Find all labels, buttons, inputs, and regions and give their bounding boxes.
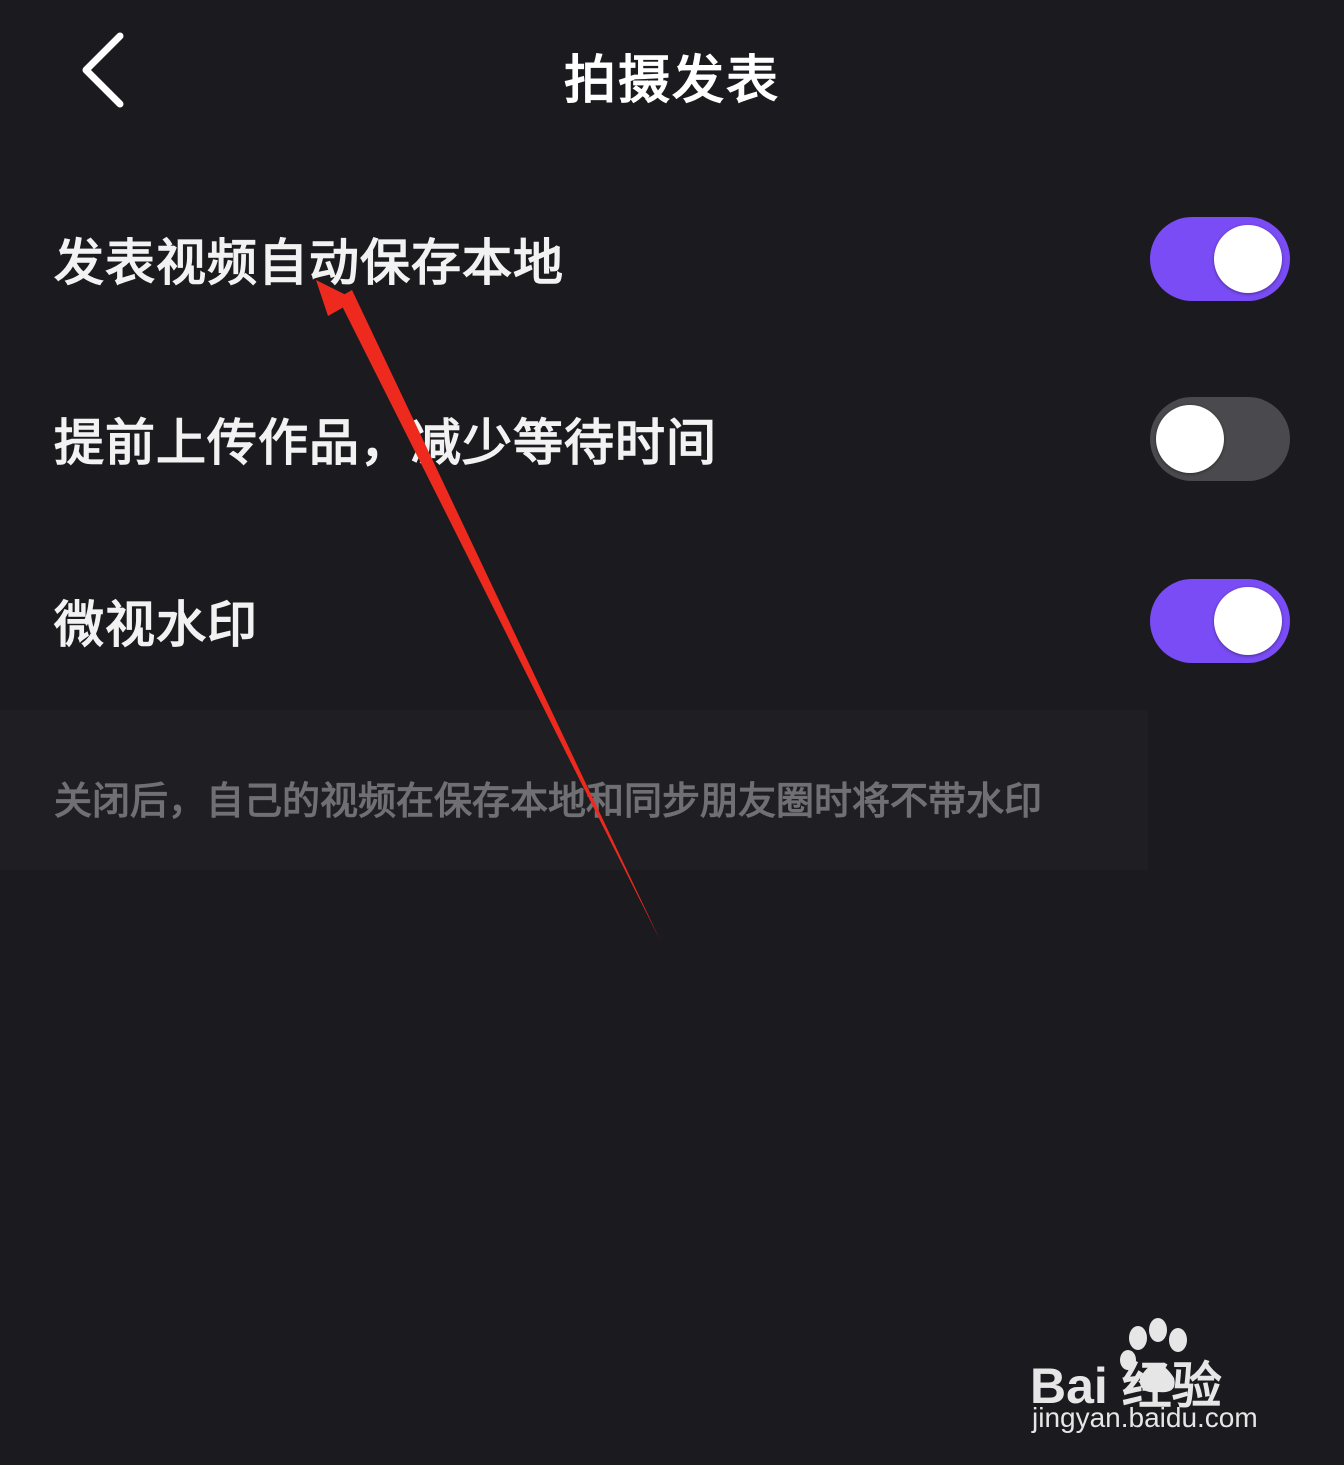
watermark-hint-text: 关闭后，自己的视频在保存本地和同步朋友圈时将不带水印: [54, 779, 1043, 823]
setting-label-auto-save: 发表视频自动保存本地: [54, 234, 564, 292]
watermark-toggle[interactable]: [1150, 579, 1290, 663]
header-bar: 拍摄发表: [0, 0, 1344, 150]
toggle-knob: [1214, 587, 1282, 655]
page-title: 拍摄发表: [563, 51, 780, 111]
toggle-knob: [1156, 405, 1224, 473]
setting-label-pre-upload: 提前上传作品，减少等待时间: [54, 414, 717, 472]
baidu-jingyan-watermark: Bai 经验 jingyan.baidu.com: [1030, 1318, 1280, 1438]
pre-upload-toggle[interactable]: [1150, 397, 1290, 481]
toggle-knob: [1214, 225, 1282, 293]
setting-row-auto-save: 发表视频自动保存本地: [0, 184, 1344, 334]
watermark-url: jingyan.baidu.com: [1032, 1402, 1258, 1433]
setting-row-watermark: 微视水印: [0, 546, 1344, 696]
auto-save-toggle[interactable]: [1150, 217, 1290, 301]
setting-row-pre-upload: 提前上传作品，减少等待时间: [0, 364, 1344, 514]
setting-label-watermark: 微视水印: [54, 596, 258, 654]
